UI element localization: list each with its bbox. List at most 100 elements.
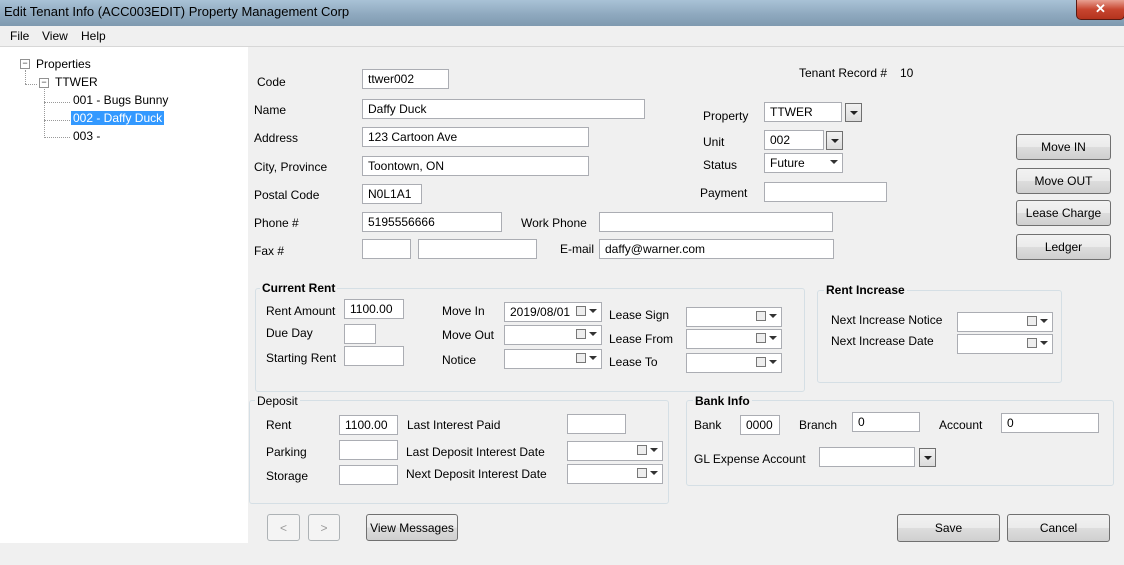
tree-item-unit[interactable]: 001 - Bugs Bunny <box>73 93 168 107</box>
next-deposit-interest-date-picker[interactable] <box>567 464 663 484</box>
gl-expense-dropdown-button[interactable] <box>919 448 936 467</box>
chevron-down-icon <box>769 314 777 318</box>
collapse-icon: − <box>22 58 28 68</box>
lease-from-label: Lease From <box>609 332 674 346</box>
cancel-button[interactable]: Cancel <box>1007 514 1110 542</box>
storage-field[interactable] <box>339 465 398 485</box>
chevron-down-icon <box>1040 341 1048 345</box>
move-in-value: 2019/08/01 <box>510 305 571 319</box>
chevron-down-icon <box>589 309 597 313</box>
bank-field[interactable] <box>740 415 780 435</box>
menu-file[interactable]: File <box>10 29 29 43</box>
calendar-icon[interactable] <box>756 311 766 321</box>
fax-label: Fax # <box>254 244 285 258</box>
lease-from-date-picker[interactable] <box>686 329 782 349</box>
tree-line <box>25 70 26 84</box>
lease-sign-date-picker[interactable] <box>686 307 782 327</box>
due-day-field[interactable] <box>344 324 376 344</box>
gl-expense-account-combo[interactable] <box>819 447 915 467</box>
property-value: TTWER <box>770 105 813 119</box>
chevron-down-icon <box>650 448 658 452</box>
rent-increase-title: Rent Increase <box>824 283 907 297</box>
address-label: Address <box>254 131 299 145</box>
lease-charge-button[interactable]: Lease Charge <box>1016 200 1111 226</box>
rent-amount-field[interactable] <box>344 299 404 319</box>
postal-code-field[interactable] <box>362 184 422 204</box>
calendar-icon[interactable] <box>637 445 647 455</box>
move-in-date-picker[interactable]: 2019/08/01 <box>504 302 602 322</box>
previous-record-button[interactable]: < <box>267 514 300 541</box>
calendar-icon[interactable] <box>576 306 586 316</box>
next-increase-notice-date-picker[interactable] <box>957 312 1053 332</box>
payment-field[interactable] <box>764 182 887 202</box>
calendar-icon[interactable] <box>1027 316 1037 326</box>
name-label: Name <box>254 103 287 117</box>
notice-label: Notice <box>442 353 477 367</box>
move-out-label: Move Out <box>442 328 495 342</box>
last-interest-paid-field[interactable] <box>567 414 626 434</box>
property-combo[interactable]: TTWER <box>764 102 842 122</box>
status-label: Status <box>703 158 738 172</box>
tree-item-property[interactable]: TTWER <box>55 75 98 89</box>
chevron-down-icon <box>650 471 658 475</box>
lease-to-date-picker[interactable] <box>686 353 782 373</box>
postal-code-label: Postal Code <box>254 188 320 202</box>
property-dropdown-button[interactable] <box>845 103 862 122</box>
move-in-label: Move In <box>442 304 485 318</box>
city-field[interactable] <box>362 156 589 176</box>
tenant-record-label: Tenant Record # <box>799 66 888 80</box>
city-label: City, Province <box>254 160 328 174</box>
calendar-icon[interactable] <box>756 333 766 343</box>
calendar-icon[interactable] <box>576 329 586 339</box>
calendar-icon[interactable] <box>576 353 586 363</box>
chevron-down-icon <box>769 360 777 364</box>
email-label: E-mail <box>560 242 595 256</box>
branch-label: Branch <box>799 418 838 432</box>
fax-field-1[interactable] <box>362 239 411 259</box>
address-field[interactable] <box>362 127 589 147</box>
tree-root-properties[interactable]: Properties <box>36 57 91 71</box>
chevron-down-icon <box>830 160 838 164</box>
deposit-rent-field[interactable] <box>339 415 398 435</box>
branch-field[interactable] <box>852 412 920 432</box>
parking-field[interactable] <box>339 440 398 460</box>
next-increase-date-picker[interactable] <box>957 334 1053 354</box>
tree-expander-icon[interactable]: − <box>20 59 30 69</box>
chevron-down-icon <box>1040 319 1048 323</box>
last-deposit-interest-date-picker[interactable] <box>567 441 663 461</box>
bank-info-title: Bank Info <box>693 394 752 408</box>
unit-combo[interactable]: 002 <box>764 130 824 150</box>
menu-help[interactable]: Help <box>81 29 106 43</box>
tree-item-unit[interactable]: 003 - <box>73 129 100 143</box>
lease-to-label: Lease To <box>609 355 658 369</box>
close-button[interactable]: ✕ <box>1076 0 1124 20</box>
email-field[interactable] <box>599 239 834 259</box>
tree-expander-icon[interactable]: − <box>39 78 49 88</box>
move-out-button[interactable]: Move OUT <box>1016 168 1111 194</box>
storage-label: Storage <box>266 469 309 483</box>
ledger-button[interactable]: Ledger <box>1016 234 1111 260</box>
menu-view[interactable]: View <box>42 29 68 43</box>
notice-date-picker[interactable] <box>504 349 602 369</box>
unit-value: 002 <box>770 133 791 147</box>
move-out-date-picker[interactable] <box>504 325 602 345</box>
status-select[interactable]: Future <box>764 153 843 173</box>
name-field[interactable] <box>362 99 645 119</box>
calendar-icon[interactable] <box>1027 338 1037 348</box>
calendar-icon[interactable] <box>756 357 766 367</box>
view-messages-button[interactable]: View Messages <box>366 514 458 541</box>
move-in-button[interactable]: Move IN <box>1016 134 1111 160</box>
work-phone-field[interactable] <box>599 212 833 232</box>
fax-field-2[interactable] <box>418 239 537 259</box>
tree-item-unit-selected[interactable]: 002 - Daffy Duck <box>71 111 165 125</box>
code-field[interactable] <box>362 69 449 89</box>
tree-line <box>44 137 70 138</box>
unit-dropdown-button[interactable] <box>826 131 843 150</box>
next-record-button[interactable]: > <box>308 514 340 541</box>
starting-rent-field[interactable] <box>344 346 404 366</box>
calendar-icon[interactable] <box>637 468 647 478</box>
phone-field[interactable] <box>362 212 502 232</box>
next-increase-notice-label: Next Increase Notice <box>831 313 943 327</box>
account-field[interactable] <box>1001 413 1099 433</box>
save-button[interactable]: Save <box>897 514 1000 542</box>
